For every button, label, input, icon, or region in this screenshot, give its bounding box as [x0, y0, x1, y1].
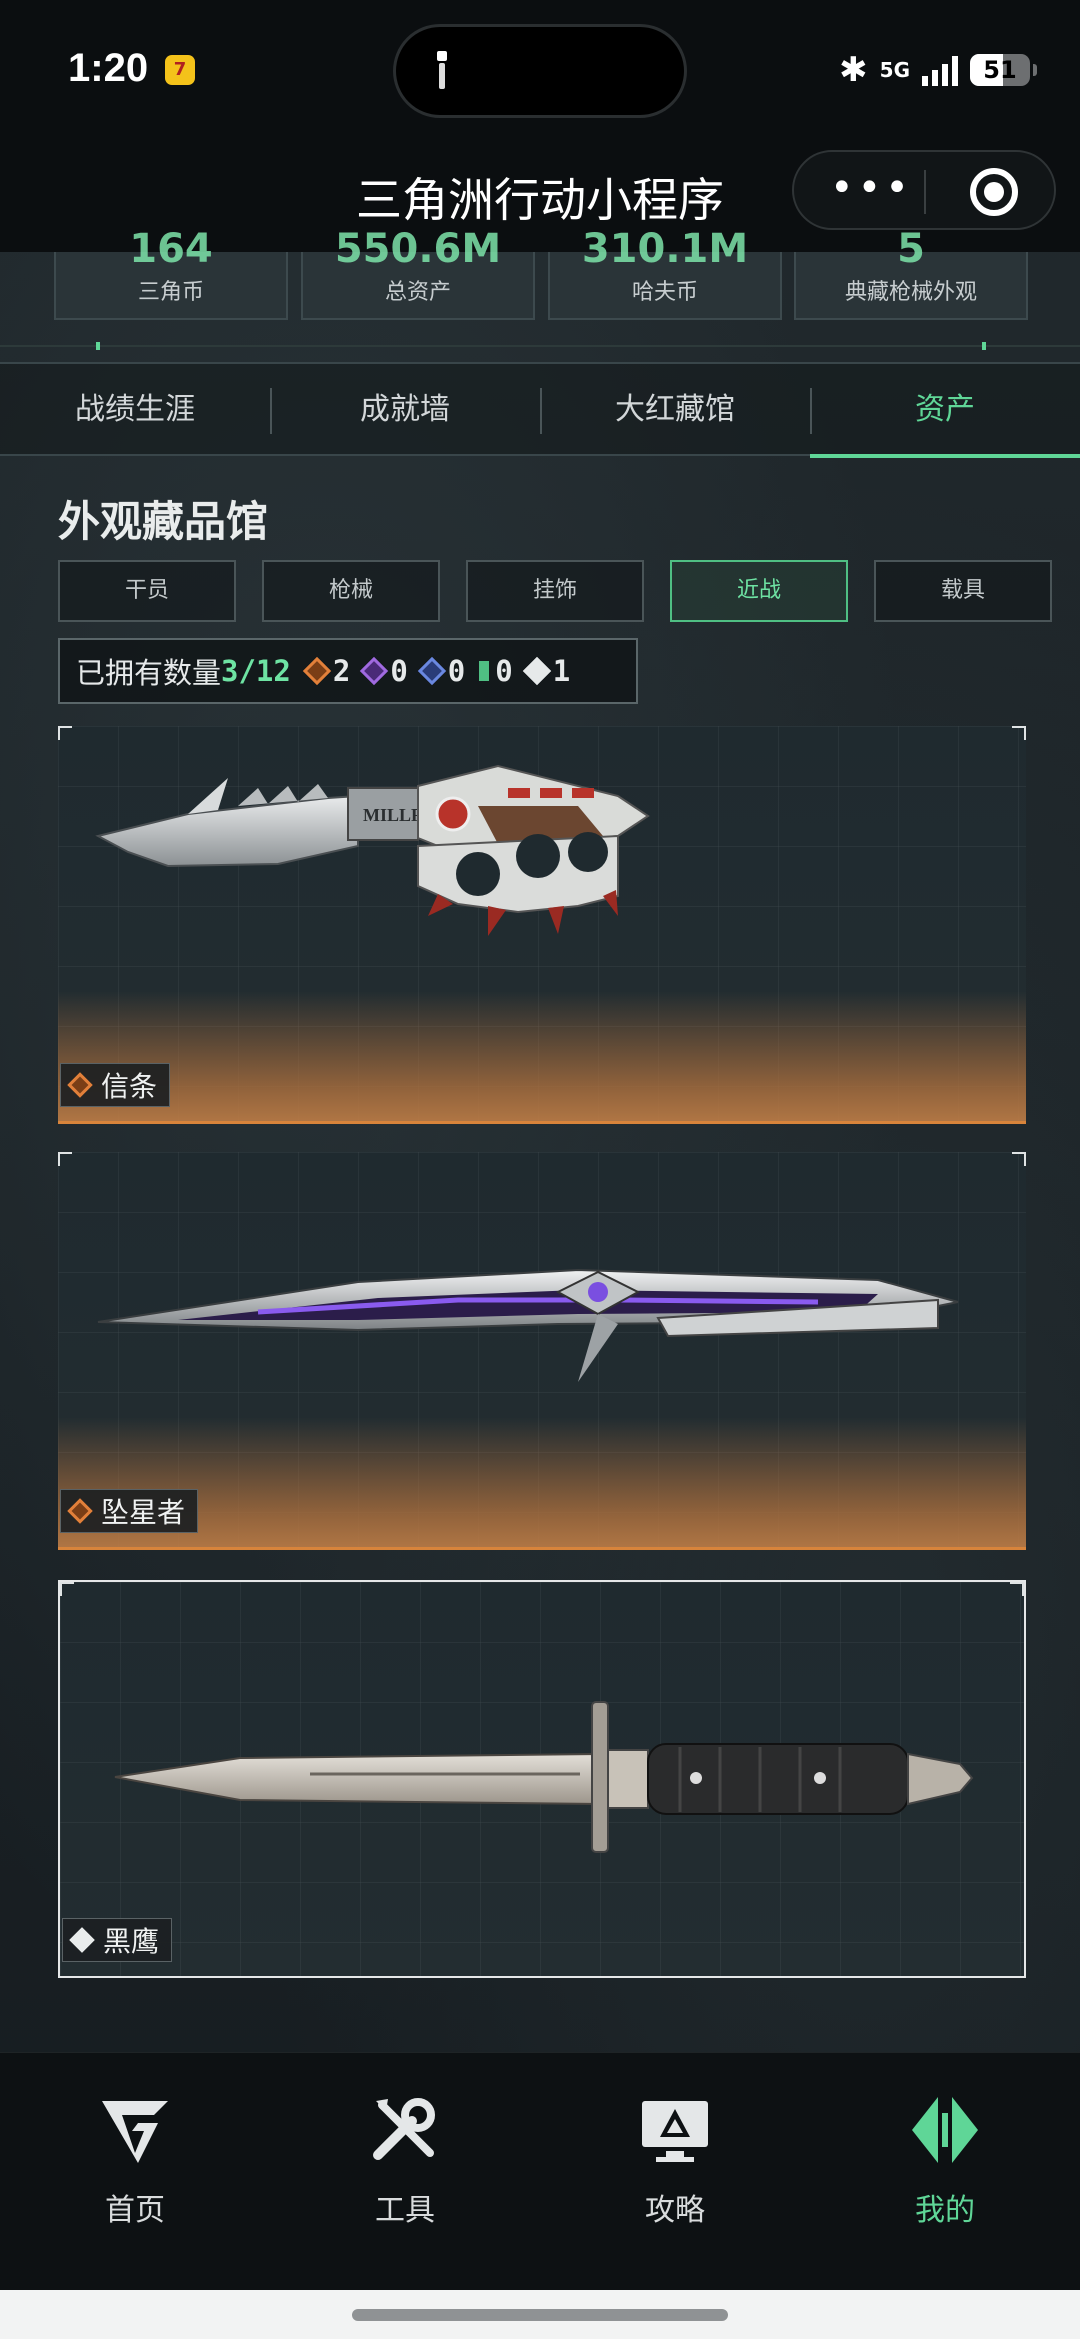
- item-name-tag: 坠星者: [60, 1489, 199, 1533]
- nav-label: 工具: [375, 2193, 435, 2228]
- tab-assets[interactable]: 资产: [810, 364, 1080, 458]
- profile-logo-icon: [912, 2097, 978, 2163]
- orange-rarity-icon: [67, 1498, 93, 1524]
- owned-label: 已拥有数量: [76, 656, 222, 690]
- item-name: 黑鹰: [103, 1925, 160, 1958]
- item-name: 坠星者: [101, 1496, 186, 1529]
- stat-value: 550.6M: [334, 226, 502, 272]
- accent-marker: [982, 342, 986, 350]
- stat-label: 哈夫币: [631, 280, 698, 305]
- stat-card: 550.6M 总资产: [301, 226, 535, 320]
- status-time: 1:20: [68, 46, 149, 90]
- item-name: 信条: [101, 1070, 158, 1103]
- profile-tabs: 战绩生涯 成就墙 大红藏馆 资产: [0, 362, 1080, 458]
- stat-label: 总资产: [384, 280, 451, 305]
- stats-divider: [0, 345, 1080, 347]
- guide-monitor-icon: [642, 2101, 708, 2162]
- accent-marker: [96, 342, 100, 350]
- rarity-count-blue: 0: [417, 654, 465, 688]
- orange-rarity-icon: [67, 1072, 93, 1098]
- capsule-divider: [924, 170, 926, 214]
- status-bar: 1:20 7 ✱ 5G 51: [0, 0, 1080, 150]
- white-rarity-icon: [522, 656, 551, 686]
- tab-career[interactable]: 战绩生涯: [0, 364, 270, 456]
- rarity-count-orange: 2: [302, 654, 350, 688]
- filter-melee[interactable]: 近战: [670, 560, 848, 622]
- tab-red-collection[interactable]: 大红藏馆: [540, 364, 810, 456]
- rarity-count-purple: 0: [360, 654, 408, 688]
- stat-card: 5 典藏枪械外观: [794, 226, 1028, 320]
- notification-app-icon: 7: [165, 55, 195, 85]
- home-indicator[interactable]: [352, 2309, 728, 2321]
- nav-home[interactable]: 首页: [0, 2093, 270, 2229]
- nav-label: 首页: [105, 2193, 165, 2228]
- item-name-tag: 信条: [60, 1063, 171, 1107]
- green-rarity-icon: [479, 661, 490, 681]
- nav-label: 我的: [915, 2193, 975, 2228]
- stat-value: 164: [129, 226, 213, 272]
- asset-stats: 164 三角币 550.6M 总资产 310.1M 哈夫币 5 典藏枪械外观: [0, 226, 1080, 362]
- system-icons: ✱ 5G 51: [839, 50, 1037, 90]
- blue-rarity-icon: [417, 656, 446, 686]
- nav-guide[interactable]: 攻略: [540, 2093, 810, 2229]
- more-menu-button[interactable]: •••: [830, 168, 913, 208]
- close-mini-program-button[interactable]: [970, 168, 1018, 216]
- tab-achievements[interactable]: 成就墙: [270, 364, 540, 456]
- filter-vehicles[interactable]: 载具: [874, 560, 1052, 622]
- tools-icon: [373, 2098, 435, 2160]
- owned-count: 3/12: [221, 654, 291, 688]
- melee-item-card[interactable]: MILLFIELD 信条: [58, 726, 1026, 1124]
- network-type: 5G: [879, 58, 910, 82]
- signal-icon: [922, 54, 958, 86]
- rarity-count-white: 1: [522, 654, 570, 688]
- battery-icon: 51: [970, 54, 1037, 86]
- stat-value: 5: [897, 226, 925, 272]
- section-title: 外观藏品馆: [58, 497, 269, 546]
- stat-label: 典藏枪械外观: [844, 280, 977, 305]
- white-rarity-icon: [69, 1927, 95, 1953]
- home-logo-icon: [102, 2101, 168, 2163]
- flashlight-icon: [437, 51, 447, 89]
- stat-card: 310.1M 哈夫币: [548, 226, 782, 320]
- rarity-count-green: 0: [479, 654, 513, 688]
- filter-guns[interactable]: 枪械: [262, 560, 440, 622]
- melee-item-card[interactable]: 黑鹰: [58, 1580, 1026, 1978]
- nav-label: 攻略: [645, 2193, 705, 2228]
- filter-operator[interactable]: 干员: [58, 560, 236, 622]
- bottom-navigation: 首页 工具 攻略 我的: [0, 2052, 1080, 2290]
- item-name-tag: 黑鹰: [62, 1918, 173, 1962]
- knuckle-knife-image: MILLFIELD: [95, 764, 650, 936]
- black-hawk-knife-image: [114, 1701, 974, 1853]
- starfall-knife-image: [97, 1268, 959, 1382]
- purple-rarity-icon: [360, 656, 389, 686]
- filter-charms[interactable]: 挂饰: [466, 560, 644, 622]
- stat-card: 164 三角币: [54, 226, 288, 320]
- battery-level: 51: [983, 56, 1017, 84]
- dynamic-island: [393, 24, 687, 118]
- nav-profile[interactable]: 我的: [810, 2093, 1080, 2229]
- stat-value: 310.1M: [581, 226, 749, 272]
- stat-label: 三角币: [137, 280, 204, 305]
- melee-item-card[interactable]: 坠星者: [58, 1152, 1026, 1550]
- capsule-menu: •••: [792, 150, 1056, 230]
- owned-count-bar: 已拥有数量 3/12 2 0 0 0 1: [58, 638, 638, 704]
- orange-rarity-icon: [302, 656, 332, 686]
- bluetooth-icon: ✱: [839, 50, 868, 90]
- nav-tools[interactable]: 工具: [270, 2093, 540, 2229]
